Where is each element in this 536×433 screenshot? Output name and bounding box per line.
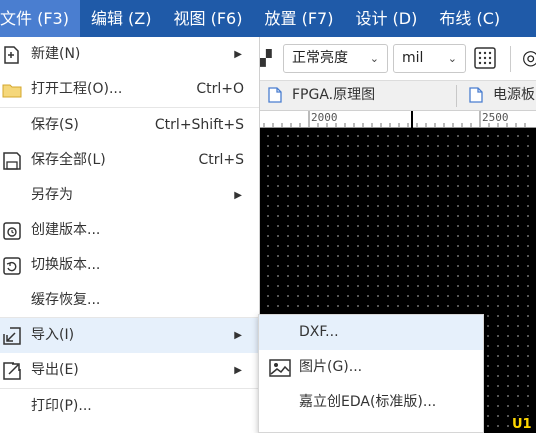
menu-item-label: 切换版本... [31, 257, 101, 273]
menu-view[interactable]: 视图 (F6) [163, 0, 254, 37]
menu-item-export[interactable]: 导出(E) ▶ [0, 353, 259, 388]
submenu-item-dxf[interactable]: DXF... [259, 315, 483, 350]
file-menu: 新建(N) ▶ 打开工程(O)... Ctrl+O 保存(S) Ctrl+Shi… [0, 37, 260, 433]
toolbar-partial-icon[interactable]: ▞ [260, 49, 272, 67]
submenu-item-label: 嘉立创EDA(标准版)... [299, 394, 437, 410]
submenu-arrow-icon: ▶ [234, 49, 242, 60]
unit-select-value: mil [402, 50, 424, 66]
save-all-icon [3, 152, 21, 170]
unit-select[interactable]: mil ⌄ [393, 44, 466, 73]
brightness-select[interactable]: 正常亮度 ⌄ [283, 44, 388, 73]
chevron-down-icon: ⌄ [447, 52, 457, 65]
component-designator: U1 [510, 416, 536, 433]
import-icon [3, 327, 21, 345]
document-icon [268, 87, 282, 103]
ruler-label: 2000 [311, 111, 338, 124]
tab-fpga-schematic[interactable]: FPGA.原理图 [268, 81, 375, 110]
menu-item-switch-version[interactable]: 切换版本... [0, 248, 259, 283]
brightness-select-value: 正常亮度 [292, 50, 348, 66]
menu-item-cache-restore[interactable]: 缓存恢复... [0, 283, 259, 318]
menu-item-label: 保存全部(L) [31, 152, 106, 168]
submenu-item-label: 图片(G)... [299, 359, 363, 375]
submenu-arrow-icon: ▶ [234, 365, 242, 376]
menu-place[interactable]: 放置 (F7) [253, 0, 344, 37]
menu-item-save[interactable]: 保存(S) Ctrl+Shift+S [0, 108, 259, 143]
tab-label: FPGA.原理图 [292, 87, 376, 103]
menu-file[interactable]: 文件 (F3) [0, 0, 80, 37]
tab-power-board[interactable]: 电源板 [469, 81, 536, 110]
menu-item-label: 新建(N) [31, 46, 81, 62]
import-submenu: DXF... 图片(G)... 嘉立创EDA(标准版)... [258, 314, 484, 433]
tab-divider [456, 85, 457, 107]
submenu-arrow-icon: ▶ [234, 330, 242, 341]
menu-item-label: 另存为 [31, 187, 73, 203]
submenu-item-image[interactable]: 图片(G)... [259, 350, 483, 385]
export-icon [3, 362, 21, 380]
grid-icon[interactable] [474, 47, 496, 69]
menu-bar: 文件 (F3) 编辑 (Z) 视图 (F6) 放置 (F7) 设计 (D) 布线… [0, 0, 536, 37]
menu-item-import[interactable]: 导入(I) ▶ [0, 318, 259, 353]
menu-item-shortcut: Ctrl+O [196, 81, 244, 97]
menu-item-label: 导入(I) [31, 327, 75, 343]
ruler-label: 2500 [482, 111, 509, 124]
menu-item-print[interactable]: 打印(P)... [0, 389, 259, 424]
menu-edit[interactable]: 编辑 (Z) [80, 0, 163, 37]
menu-item-shortcut: Ctrl+Shift+S [154, 117, 244, 133]
menu-item-label: 保存(S) [31, 117, 79, 133]
menu-item-create-version[interactable]: 创建版本... [0, 213, 259, 248]
menu-item-label: 缓存恢复... [31, 292, 101, 308]
document-tabs: FPGA.原理图 电源板 [260, 81, 536, 111]
menu-item-label: 导出(E) [31, 362, 79, 378]
switch-version-icon [3, 257, 21, 275]
menu-item-label: 打印(P)... [31, 398, 92, 414]
toolbar-divider [510, 46, 511, 72]
tab-label: 电源板 [493, 87, 535, 103]
horizontal-ruler: 2000 2500 [260, 111, 536, 128]
chevron-down-icon: ⌄ [369, 52, 379, 65]
menu-item-save-all[interactable]: 保存全部(L) Ctrl+S [0, 143, 259, 178]
image-icon [269, 359, 291, 377]
menu-item-open-project[interactable]: 打开工程(O)... Ctrl+O [0, 72, 259, 107]
submenu-arrow-icon: ▶ [234, 190, 242, 201]
toolbar: ▞ 正常亮度 ⌄ mil ⌄ ◎ [260, 37, 536, 81]
create-version-icon [3, 222, 21, 240]
menu-item-label: 创建版本... [31, 222, 101, 238]
menu-route[interactable]: 布线 (C) [428, 0, 511, 37]
menu-design[interactable]: 设计 (D) [344, 0, 428, 37]
menu-item-label: 打开工程(O)... [31, 81, 123, 97]
menu-item-shortcut: Ctrl+S [198, 152, 244, 168]
document-icon [469, 87, 483, 103]
menu-item-save-as[interactable]: 另存为 ▶ [0, 178, 259, 213]
submenu-item-easyeda-std[interactable]: 嘉立创EDA(标准版)... [259, 385, 483, 420]
folder-icon [2, 84, 22, 98]
menu-item-new[interactable]: 新建(N) ▶ [0, 37, 259, 72]
new-file-icon [4, 46, 19, 64]
target-icon[interactable]: ◎ [522, 45, 536, 69]
submenu-item-label: DXF... [299, 324, 339, 340]
